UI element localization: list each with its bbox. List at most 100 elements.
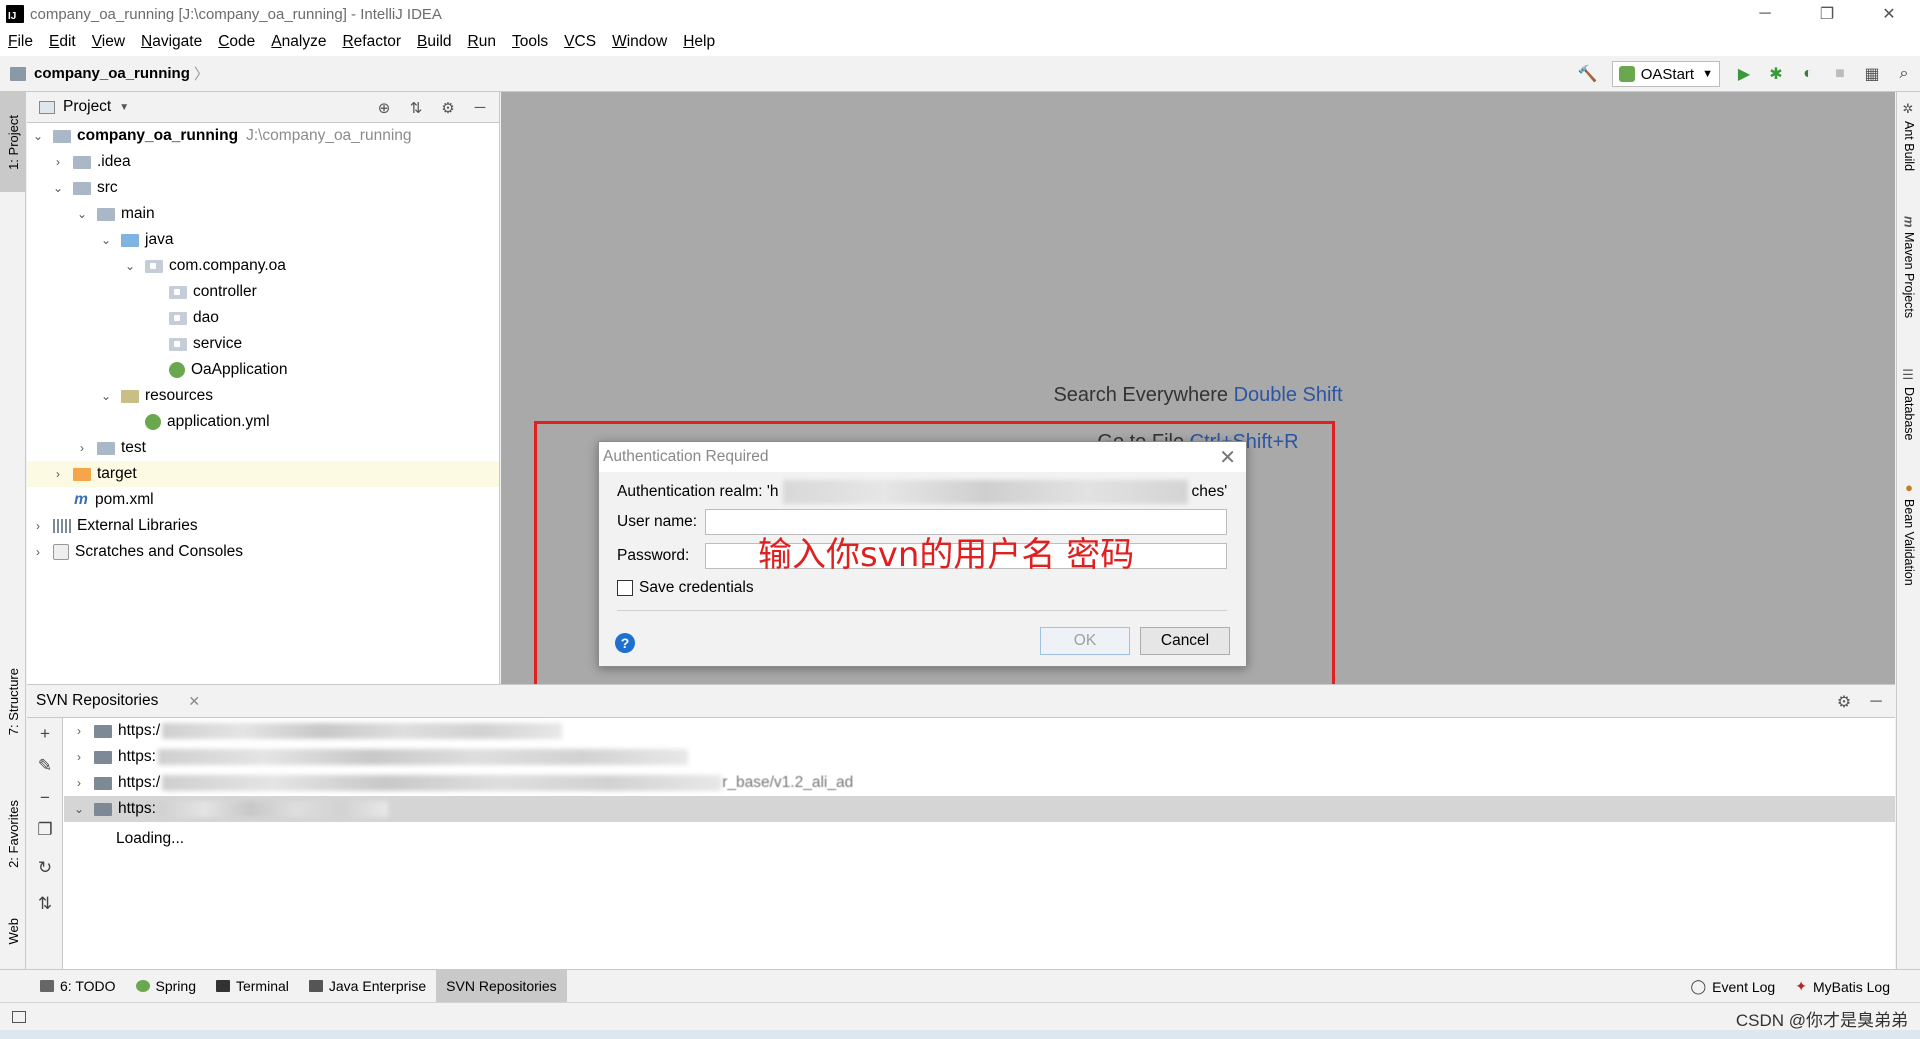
tab-ant-build[interactable]: ✲ Ant Build bbox=[1897, 102, 1920, 171]
menu-edit[interactable]: Edit bbox=[49, 33, 76, 51]
tree-item-label: .idea bbox=[97, 153, 131, 170]
stop-icon[interactable]: ■ bbox=[1828, 62, 1852, 86]
svn-repo-row[interactable]: › https:/ bbox=[64, 718, 1895, 744]
refresh-icon[interactable]: ↻ bbox=[27, 858, 63, 878]
breadcrumb[interactable]: company_oa_running bbox=[34, 65, 190, 82]
tab-structure[interactable]: 7: Structure bbox=[0, 652, 26, 752]
menu-run[interactable]: Run bbox=[468, 33, 496, 51]
svn-panel-title[interactable]: SVN Repositories bbox=[36, 692, 158, 710]
tool-windows-toggle-icon[interactable] bbox=[12, 1010, 26, 1023]
tab-terminal[interactable]: Terminal bbox=[206, 970, 299, 1003]
remove-icon[interactable]: − bbox=[27, 788, 63, 808]
tree-item-scratches[interactable]: › Scratches and Consoles bbox=[27, 539, 499, 565]
tree-item-label: main bbox=[121, 205, 155, 222]
coverage-icon[interactable]: ◐ bbox=[1796, 62, 1820, 86]
gear-icon[interactable]: ⚙ bbox=[437, 99, 459, 117]
tree-item-resources[interactable]: ⌄ resources bbox=[27, 383, 499, 409]
chevron-right-icon[interactable]: › bbox=[51, 467, 65, 481]
tab-favorites[interactable]: 2: Favorites bbox=[0, 784, 26, 884]
svn-repo-row-selected[interactable]: ⌄ https: bbox=[64, 796, 1895, 822]
tree-item-pom[interactable]: m pom.xml bbox=[27, 487, 499, 513]
collapse-icon[interactable]: ⇅ bbox=[27, 894, 63, 914]
locate-icon[interactable]: ⊕ bbox=[373, 99, 395, 117]
tree-item-service[interactable]: service bbox=[27, 331, 499, 357]
chevron-down-icon[interactable]: ⌄ bbox=[99, 233, 113, 247]
tree-item-src[interactable]: ⌄ src bbox=[27, 175, 499, 201]
chevron-right-icon[interactable]: › bbox=[72, 776, 86, 790]
build-hammer-icon[interactable]: 🔨 bbox=[1576, 62, 1600, 86]
menu-view[interactable]: View bbox=[92, 33, 125, 51]
menu-tools[interactable]: Tools bbox=[512, 33, 548, 51]
tree-item-test[interactable]: › test bbox=[27, 435, 499, 461]
tab-maven-projects[interactable]: m Maven Projects bbox=[1897, 216, 1920, 318]
chevron-right-icon[interactable]: › bbox=[75, 441, 89, 455]
chevron-right-icon[interactable]: › bbox=[51, 155, 65, 169]
tree-item-external-libraries[interactable]: › External Libraries bbox=[27, 513, 499, 539]
tree-item-dao[interactable]: dao bbox=[27, 305, 499, 331]
gear-icon[interactable]: ⚙ bbox=[1833, 692, 1855, 712]
hide-icon[interactable]: ─ bbox=[1865, 693, 1887, 711]
chevron-right-icon[interactable]: › bbox=[72, 750, 86, 764]
menu-navigate[interactable]: Navigate bbox=[141, 33, 202, 51]
tab-spring[interactable]: Spring bbox=[126, 970, 206, 1003]
tab-java-enterprise[interactable]: Java Enterprise bbox=[299, 970, 436, 1003]
menu-file[interactable]: File bbox=[8, 33, 33, 51]
redacted-url bbox=[157, 749, 688, 765]
tab-todo[interactable]: 6: TODO bbox=[30, 970, 126, 1003]
tab-database[interactable]: ☰ Database bbox=[1897, 368, 1920, 441]
menu-window[interactable]: Window bbox=[612, 33, 667, 51]
menu-analyze[interactable]: Analyze bbox=[271, 33, 326, 51]
chevron-down-icon[interactable]: ⌄ bbox=[123, 259, 137, 273]
chevron-down-icon[interactable]: ⌄ bbox=[51, 181, 65, 195]
tree-item-main[interactable]: ⌄ main bbox=[27, 201, 499, 227]
ant-icon: ✲ bbox=[1901, 102, 1917, 117]
tree-item-package[interactable]: ⌄ com.company.oa bbox=[27, 253, 499, 279]
project-structure-icon[interactable]: ▦ bbox=[1860, 62, 1884, 86]
tab-mybatis-log[interactable]: ✦ MyBatis Log bbox=[1785, 970, 1900, 1003]
run-configuration-select[interactable]: OAStart ▼ bbox=[1611, 61, 1720, 87]
menu-refactor[interactable]: Refactor bbox=[342, 33, 401, 51]
tree-item-root[interactable]: ⌄ company_oa_running J:\company_oa_runni… bbox=[27, 123, 499, 149]
add-icon[interactable]: + bbox=[27, 724, 63, 744]
module-folder-icon bbox=[53, 129, 71, 143]
minimize-button[interactable]: ─ bbox=[1734, 0, 1796, 28]
svn-repo-row[interactable]: › https:/ r_base/v1.2_ali_ad bbox=[64, 770, 1895, 796]
menu-code[interactable]: Code bbox=[218, 33, 255, 51]
chevron-right-icon[interactable]: › bbox=[31, 545, 45, 559]
close-window-button[interactable]: ✕ bbox=[1858, 0, 1920, 28]
tree-item-controller[interactable]: controller bbox=[27, 279, 499, 305]
chevron-right-icon[interactable]: › bbox=[72, 724, 86, 738]
project-panel-title[interactable]: Project bbox=[63, 98, 111, 116]
tree-item-target[interactable]: › target bbox=[27, 461, 499, 487]
tree-item-oaapplication[interactable]: OaApplication bbox=[27, 357, 499, 383]
chevron-down-icon[interactable]: ⌄ bbox=[75, 207, 89, 221]
annotation-text: 输入你svn的用户名 密码 bbox=[758, 535, 1135, 575]
collapse-all-icon[interactable]: ⇅ bbox=[405, 99, 427, 117]
edit-icon[interactable]: ✎ bbox=[27, 756, 63, 776]
tab-svn-repositories[interactable]: SVN Repositories bbox=[436, 969, 567, 1003]
menu-vcs[interactable]: VCS bbox=[564, 33, 596, 51]
chevron-down-icon[interactable]: ▼ bbox=[119, 102, 129, 113]
chevron-down-icon[interactable]: ⌄ bbox=[99, 389, 113, 403]
maximize-button[interactable]: ❐ bbox=[1796, 0, 1858, 28]
tree-item-application-yml[interactable]: application.yml bbox=[27, 409, 499, 435]
debug-icon[interactable]: ✱ bbox=[1764, 62, 1788, 86]
svn-repo-row[interactable]: › https: bbox=[64, 744, 1895, 770]
hide-icon[interactable]: ─ bbox=[469, 99, 491, 116]
tab-bean-validation[interactable]: ● Bean Validation bbox=[1897, 480, 1920, 586]
menu-help[interactable]: Help bbox=[683, 33, 715, 51]
tree-item-java[interactable]: ⌄ java bbox=[27, 227, 499, 253]
search-icon[interactable]: ⌕ bbox=[1892, 62, 1916, 86]
tab-event-log[interactable]: ◯ Event Log bbox=[1680, 970, 1785, 1003]
chevron-down-icon[interactable]: ⌄ bbox=[31, 129, 45, 143]
copy-icon[interactable]: ❐ bbox=[27, 820, 63, 840]
tab-web[interactable]: Web bbox=[0, 906, 26, 956]
tab-project[interactable]: 1: Project bbox=[0, 92, 26, 192]
chevron-right-icon[interactable]: › bbox=[31, 519, 45, 533]
close-icon[interactable]: ✕ bbox=[188, 693, 200, 710]
run-icon[interactable]: ▶ bbox=[1732, 62, 1756, 86]
chevron-down-icon[interactable]: ⌄ bbox=[72, 802, 86, 816]
loading-text: Loading... bbox=[116, 830, 185, 847]
tree-item-idea[interactable]: › .idea bbox=[27, 149, 499, 175]
menu-build[interactable]: Build bbox=[417, 33, 451, 51]
